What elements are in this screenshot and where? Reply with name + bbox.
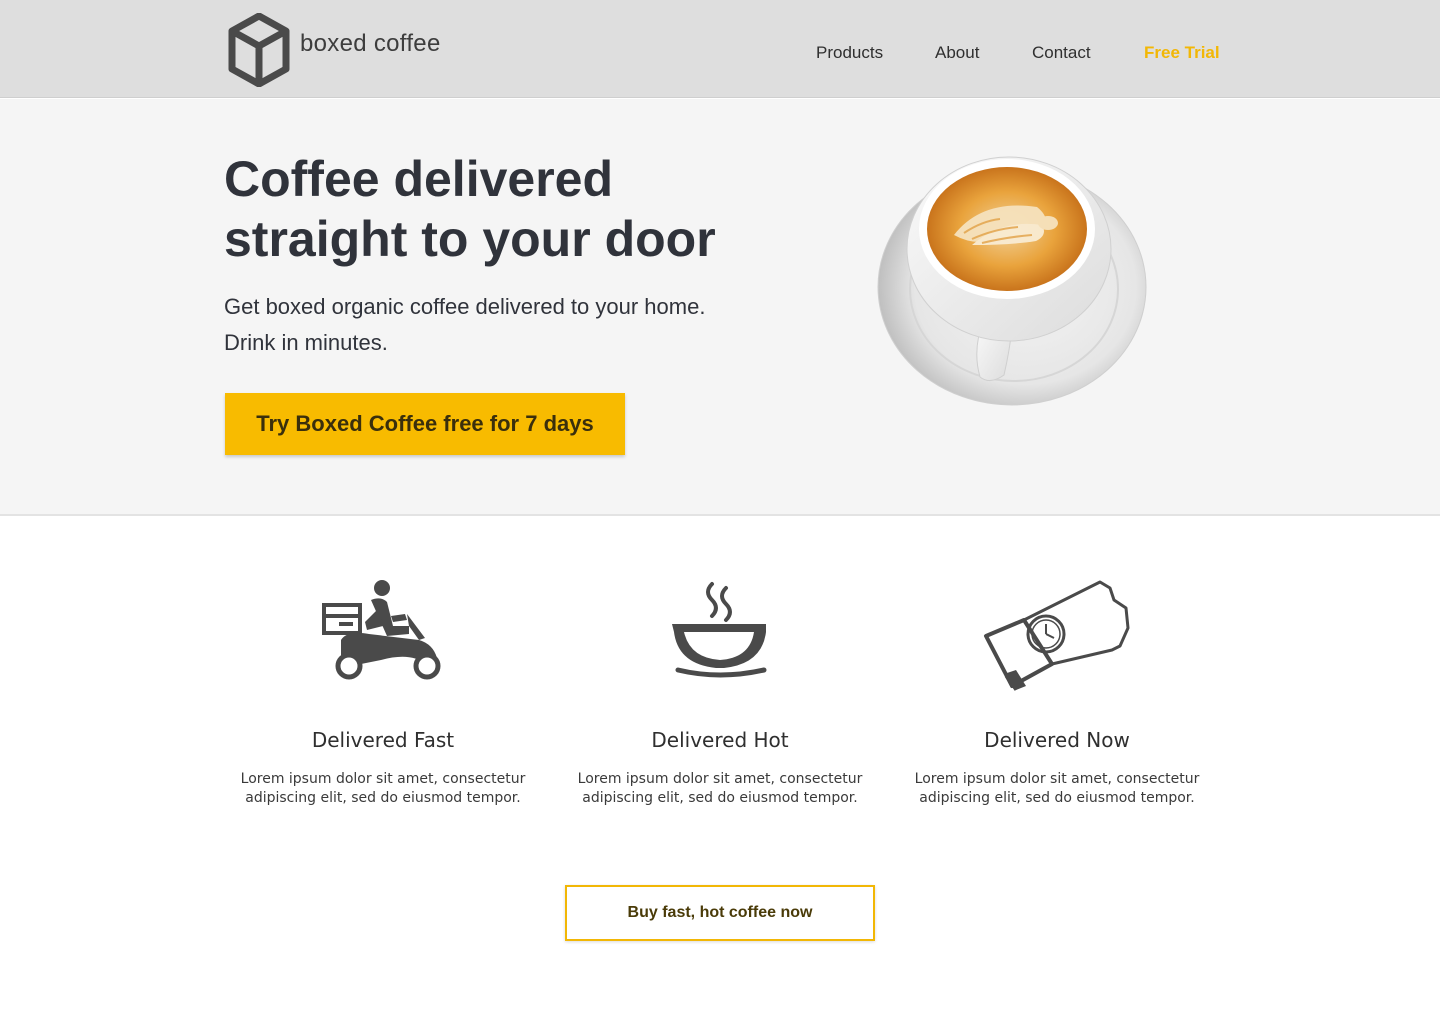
hot-coffee-icon xyxy=(672,582,767,678)
wristwatch-icon xyxy=(984,580,1130,691)
delivery-scooter-icon xyxy=(322,580,441,680)
site-header: boxed coffee Products About Contact Free… xyxy=(0,0,1440,98)
nav-contact[interactable]: Contact xyxy=(1032,43,1091,63)
feature-text-fast: Lorem ipsum dolor sit amet, consectetur … xyxy=(240,771,526,806)
free-trial-button[interactable]: Try Boxed Coffee free for 7 days xyxy=(225,393,625,455)
hero-subtitle-line1: Get boxed organic coffee delivered to yo… xyxy=(224,294,706,319)
feature-title-hot: Delivered Hot xyxy=(651,728,789,752)
hero-title: Coffee delivered straight to your door xyxy=(224,151,716,267)
feature-text-now: Lorem ipsum dolor sit amet, consectetur … xyxy=(914,771,1200,806)
feature-title-fast: Delivered Fast xyxy=(311,728,455,752)
nav-about[interactable]: About xyxy=(935,43,979,63)
hero-subtitle-line2: Drink in minutes. xyxy=(224,330,388,355)
feature-title-now: Delivered Now xyxy=(984,728,1130,752)
nav-free-trial[interactable]: Free Trial xyxy=(1144,43,1220,63)
hero-subtitle: Get boxed organic coffee delivered to yo… xyxy=(224,289,784,361)
nav-products[interactable]: Products xyxy=(816,43,883,63)
buy-now-button[interactable]: Buy fast, hot coffee now xyxy=(565,885,875,941)
feature-text-hot: Lorem ipsum dolor sit amet, consectetur … xyxy=(577,771,863,806)
main-nav: Products About Contact Free Trial xyxy=(0,43,1440,65)
hero-section: Coffee delivered straight to your door G… xyxy=(0,99,1440,516)
latte-cup-image xyxy=(877,156,1147,406)
features-section: Delivered Fast Lorem ipsum dolor sit ame… xyxy=(0,520,1440,860)
